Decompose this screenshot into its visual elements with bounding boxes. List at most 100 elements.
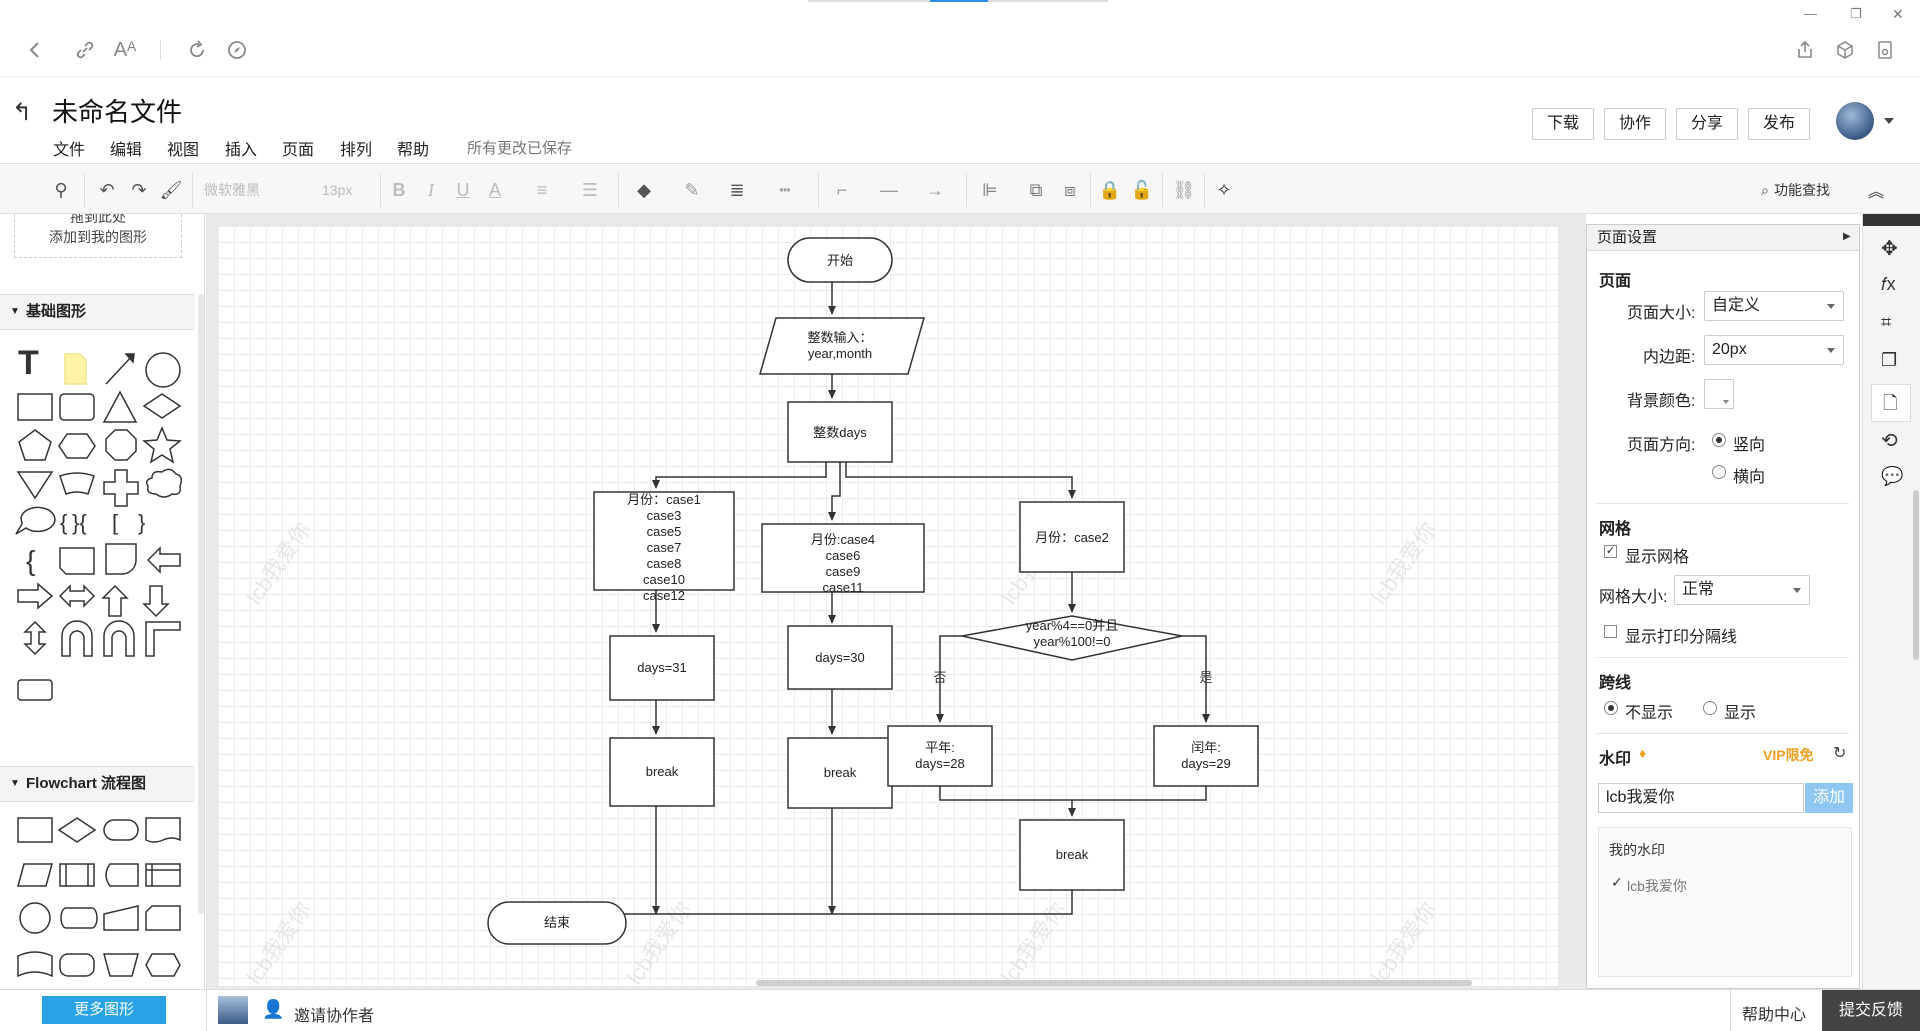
cube-icon[interactable] (1830, 35, 1860, 65)
arrow-style-icon[interactable]: → (920, 177, 950, 203)
font-color-button[interactable]: A (484, 177, 506, 203)
lock-icon[interactable]: 🔒 (1098, 177, 1122, 203)
drawing-page[interactable]: lcb我爱你 lcb我爱你 lcb我爱你 lcb我爱你 lcb我爱你 lcb我爱… (218, 226, 1558, 986)
crop-icon[interactable]: ⌗ (1881, 312, 1891, 333)
redo-icon[interactable]: ↷ (126, 177, 152, 203)
landscape-radio[interactable] (1712, 465, 1726, 479)
canvas-area[interactable]: lcb我爱你 lcb我爱你 lcb我爱你 lcb我爱你 lcb我爱你 lcb我爱… (206, 214, 1586, 989)
bold-button[interactable]: B (388, 177, 410, 203)
rail-scrollbar[interactable] (1913, 490, 1919, 660)
jump-show-radio[interactable] (1703, 701, 1717, 715)
node-input-line1[interactable]: 整数输入： (807, 330, 872, 345)
bring-front-icon[interactable]: ⧉ (1024, 177, 1048, 203)
refresh-icon[interactable]: ↻ (1833, 743, 1846, 763)
node-input-line2[interactable]: year,month (808, 346, 872, 361)
node-case-30-line[interactable]: case9 (826, 564, 861, 579)
add-watermark-button[interactable]: 添加 (1805, 783, 1853, 813)
share-button[interactable]: 分享 (1676, 108, 1738, 140)
my-watermark-item[interactable]: lcb我爱你 (1627, 876, 1687, 896)
node-case-31-line[interactable]: case7 (647, 540, 682, 555)
line-type-icon[interactable]: — (874, 177, 904, 203)
chevron-down-icon[interactable] (1884, 118, 1894, 124)
section-flowchart[interactable]: ▼ Flowchart 流程图 (0, 766, 195, 802)
formula-icon[interactable]: 𝑓x (1881, 274, 1896, 295)
close-window-icon[interactable]: ✕ (1892, 6, 1904, 23)
node-leap-year-line1[interactable]: 闰年: (1191, 740, 1221, 755)
menu-view[interactable]: 视图 (167, 136, 199, 160)
node-case-31-line[interactable]: case12 (643, 588, 685, 603)
section-basic-shapes[interactable]: ▼ 基础图形 (0, 294, 195, 330)
line-width-icon[interactable]: ≣ (724, 177, 750, 203)
magic-wand-icon[interactable]: ✧ (1212, 177, 1236, 203)
jump-hide-radio[interactable] (1604, 701, 1618, 715)
more-shapes-button[interactable]: 更多图形 (42, 996, 166, 1024)
send-back-icon[interactable]: ⧈ (1058, 177, 1082, 203)
page-size-select[interactable]: 自定义 (1704, 291, 1844, 321)
node-days[interactable]: 整数days (813, 425, 867, 440)
node-break-2[interactable]: break (824, 765, 857, 780)
node-case-31-line[interactable]: case3 (647, 508, 682, 523)
connector-icon[interactable]: ⌐ (830, 177, 854, 203)
basic-shapes-grid[interactable]: T { }{ [ } { (12, 338, 187, 673)
document-title[interactable]: 未命名文件 (52, 92, 182, 129)
share-icon[interactable] (1790, 35, 1820, 65)
line-spacing-icon[interactable]: ☰ (578, 177, 602, 203)
node-case-31-line[interactable]: case5 (647, 524, 682, 539)
node-common-year-line1[interactable]: 平年: (925, 740, 955, 755)
italic-button[interactable]: I (420, 177, 442, 203)
feature-search-button[interactable]: 功能查找 (1774, 177, 1844, 203)
paint-format-icon[interactable]: 🖌 (158, 177, 184, 203)
print-lines-checkbox[interactable] (1604, 625, 1617, 638)
portrait-radio[interactable] (1712, 433, 1726, 447)
node-case-31-line[interactable]: case10 (643, 572, 685, 587)
favorites-drop-zone[interactable]: 拖到此处 添加到我的图形 (14, 214, 182, 258)
pages-icon[interactable]: ❐ (1881, 350, 1897, 371)
return-icon[interactable]: ↰ (12, 98, 32, 127)
node-case-30-line[interactable]: case11 (823, 580, 864, 595)
node-start[interactable]: 开始 (827, 253, 853, 268)
collapse-toolbar-icon[interactable]: ︽ (1866, 177, 1886, 203)
comment-icon[interactable]: 💬 (1881, 466, 1903, 487)
menu-insert[interactable]: 插入 (225, 136, 257, 160)
node-end[interactable]: 结束 (544, 915, 570, 930)
node-case-31-line[interactable]: 月份：case1 (627, 492, 701, 507)
font-size-icon[interactable]: Aᴬ (110, 35, 140, 65)
watermark-input[interactable]: lcb我爱你 (1598, 783, 1804, 813)
node-case-30-line[interactable]: 月份:case4 (811, 532, 875, 547)
menu-edit[interactable]: 编辑 (110, 136, 142, 160)
left-panel-scrollbar[interactable] (198, 294, 204, 914)
avatar[interactable] (1836, 102, 1874, 140)
page-settings-tab[interactable]: 🗋 (1871, 384, 1911, 422)
line-style-icon[interactable]: ┅ (772, 177, 798, 203)
screenshot-icon[interactable] (1870, 35, 1900, 65)
invite-collaborator-button[interactable]: 邀请协作者 (294, 1002, 374, 1026)
show-grid-checkbox[interactable]: ✓ (1604, 545, 1617, 558)
node-days31[interactable]: days=31 (637, 660, 687, 675)
edge-label-no[interactable]: 否 (933, 670, 946, 685)
grid-size-select[interactable]: 正常 (1674, 575, 1810, 605)
menu-help[interactable]: 帮助 (397, 136, 429, 160)
compass-icon[interactable] (222, 35, 252, 65)
node-condition-line1[interactable]: year%4==0并且 (1026, 618, 1119, 633)
bg-color-picker[interactable] (1704, 379, 1734, 409)
node-days30[interactable]: days=30 (815, 650, 865, 665)
line-color-icon[interactable]: ✎ (680, 177, 704, 203)
menu-arrange[interactable]: 排列 (340, 136, 372, 160)
download-button[interactable]: 下载 (1532, 108, 1594, 140)
menu-file[interactable]: 文件 (53, 136, 85, 160)
horizontal-scrollbar[interactable] (756, 980, 1472, 986)
minimize-window-icon[interactable]: — (1804, 6, 1817, 21)
font-family-select[interactable]: 微软雅黑 (204, 177, 294, 203)
format-brush-icon[interactable]: ⚲ (48, 177, 74, 203)
collaborator-avatar[interactable] (218, 996, 248, 1024)
align-icon[interactable]: ≡ (530, 177, 554, 203)
align-left-icon[interactable]: ⊫ (978, 177, 1002, 203)
node-break-1[interactable]: break (646, 764, 679, 779)
menu-page[interactable]: 页面 (282, 136, 314, 160)
link-icon[interactable] (70, 35, 100, 65)
flowchart-diagram[interactable]: lcb我爱你 lcb我爱你 lcb我爱你 lcb我爱你 lcb我爱你 lcb我爱… (218, 226, 1558, 986)
flowchart-shapes-grid[interactable] (12, 810, 187, 989)
submit-feedback-button[interactable]: 提交反馈 (1822, 990, 1920, 1031)
padding-select[interactable]: 20px (1704, 335, 1844, 365)
undo-icon[interactable]: ↶ (94, 177, 120, 203)
